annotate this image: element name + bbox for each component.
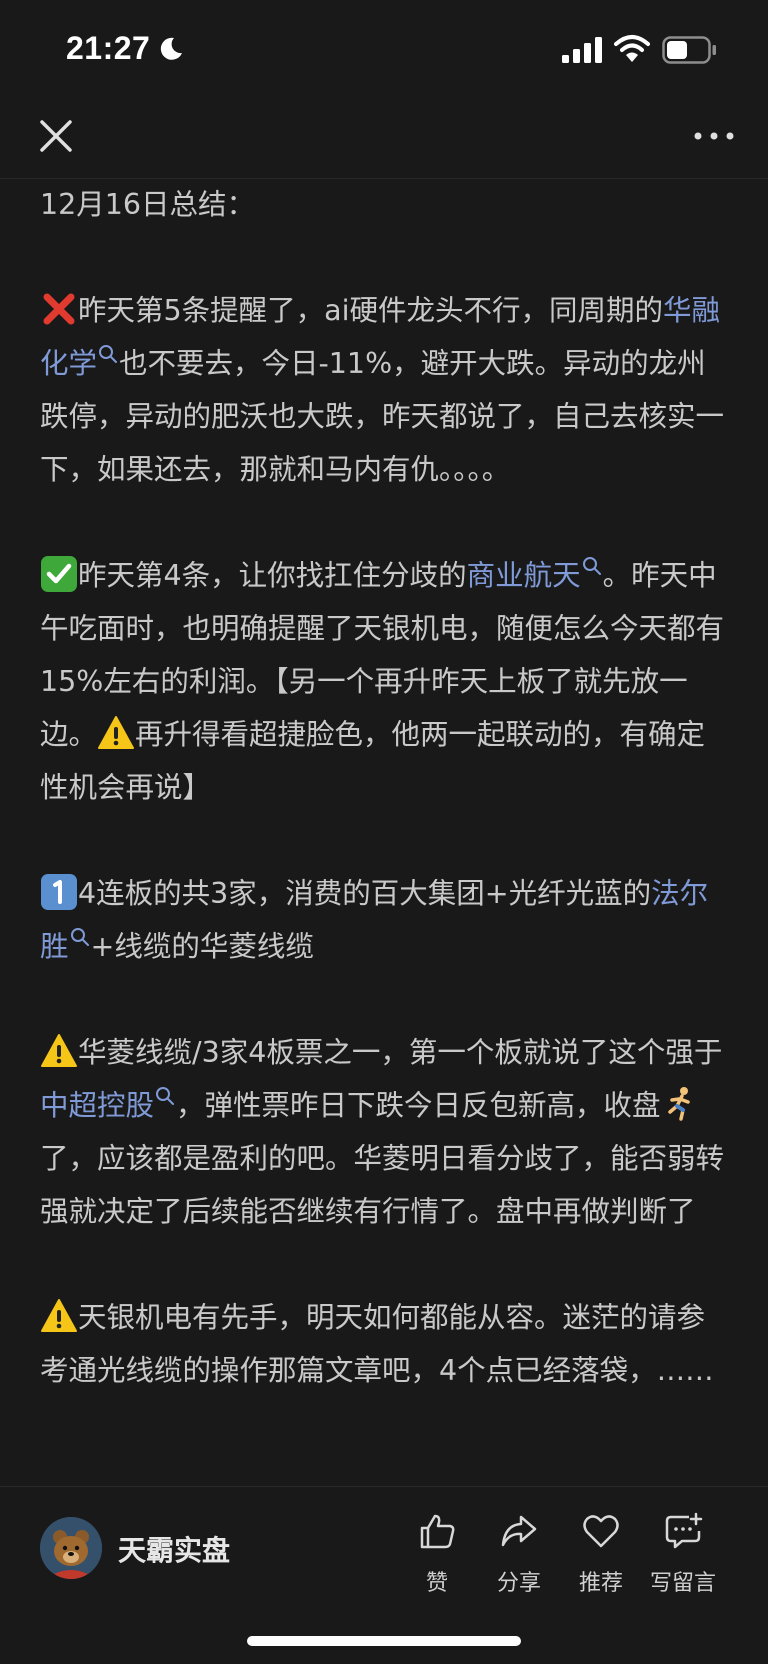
warning-icon <box>41 1299 77 1332</box>
share-button[interactable]: 分享 <box>474 1511 564 1597</box>
paragraph-3-text-a: 4连板的共3家，消费的百大集团+光纤光蓝的 <box>78 877 652 910</box>
comment-icon <box>665 1512 703 1549</box>
article-heading: 12月16日总结： <box>40 188 256 221</box>
search-icon[interactable] <box>154 1085 176 1107</box>
paragraph-4: 华菱线缆/3家4板票之一，第一个板就说了这个强于中超控股 ，弹性票昨日下跌今日反… <box>40 1026 730 1238</box>
warning-icon <box>98 716 135 749</box>
warning-icon <box>41 1034 77 1067</box>
paragraph-3: 4连板的共3家，消费的百大集团+光纤光蓝的法尔胜 +线缆的华菱线缆 <box>40 867 730 973</box>
paragraph-1: 昨天第5条提醒了，ai硬件龙头不行，同周期的华融化学 也不要去，今日-11%，避… <box>40 284 730 496</box>
heart-icon <box>583 1515 619 1548</box>
home-indicator[interactable] <box>247 1636 521 1646</box>
keycap-1-icon <box>41 874 77 910</box>
topic-link-aerospace[interactable]: 商业航天 <box>467 559 581 592</box>
share-label: 分享 <box>496 1571 541 1596</box>
signal-icon <box>562 37 602 63</box>
check-mark-icon <box>41 556 77 592</box>
avatar[interactable] <box>40 1517 102 1579</box>
paragraph-5-text: 天银机电有先手，明天如何都能从容。迷茫的请参考通光线缆的操作那篇文章吧，4个点已… <box>40 1301 714 1387</box>
runner-icon <box>667 1087 690 1121</box>
paragraph-5: 天银机电有先手，明天如何都能从容。迷茫的请参考通光线缆的操作那篇文章吧，4个点已… <box>40 1291 730 1397</box>
stock-link-zhongchao[interactable]: 中超控股 <box>40 1089 154 1122</box>
search-icon[interactable] <box>69 926 91 948</box>
paragraph-4-text-a: 华菱线缆/3家4板票之一，第一个板就说了这个强于 <box>78 1036 723 1069</box>
comment-label: 写留言 <box>649 1571 716 1596</box>
share-icon <box>501 1515 537 1547</box>
search-icon[interactable] <box>97 343 119 365</box>
paragraph-1-text-b: 也不要去，今日-11%，避开大跌。异动的龙州跌停，异动的肥沃也大跌，昨天都说了，… <box>40 347 725 486</box>
recommend-label: 推荐 <box>578 1571 623 1596</box>
bear-avatar-icon <box>40 1517 102 1579</box>
nav-bar <box>0 100 768 179</box>
article-content: 12月16日总结： 昨天第5条提醒了，ai硬件龙头不行，同周期的华融化学 也不要… <box>40 178 730 1486</box>
recommend-button[interactable]: 推荐 <box>556 1511 646 1597</box>
paragraph-2-text-c: 再升得看超捷脸色，他两一起联动的，有确定性机会再说】 <box>40 718 706 804</box>
status-time: 21:27 <box>66 30 151 66</box>
like-label: 赞 <box>425 1571 448 1596</box>
search-icon[interactable] <box>581 555 603 577</box>
battery-icon <box>662 36 716 64</box>
close-icon[interactable] <box>36 116 76 156</box>
like-button[interactable]: 赞 <box>392 1511 482 1597</box>
paragraph-4-text-b: ，弹性票昨日下跌今日反包新高，收盘 <box>176 1089 661 1122</box>
wifi-icon <box>614 35 650 62</box>
author-name[interactable]: 天霸实盘 <box>118 1529 230 1569</box>
thumbs-up-icon <box>420 1514 455 1549</box>
paragraph-1-text-a: 昨天第5条提醒了，ai硬件龙头不行，同周期的 <box>78 294 664 327</box>
cross-mark-icon <box>43 293 75 325</box>
paragraph-4-text-c: 了，应该都是盈利的吧。华菱明日看分歧了，能否弱转强就决定了后续能否继续有行情了。… <box>40 1142 725 1228</box>
moon-icon <box>160 37 182 60</box>
more-icon[interactable] <box>690 116 738 156</box>
status-bar: 21:27 <box>0 0 768 100</box>
paragraph-2: 昨天第4条，让你找扛住分歧的商业航天 。昨天中午吃面时，也明确提醒了天银机电，随… <box>40 549 730 814</box>
paragraph-2-text-a: 昨天第4条，让你找扛住分歧的 <box>78 559 467 592</box>
paragraph-3-text-b: +线缆的华菱线缆 <box>90 930 314 963</box>
comment-button[interactable]: 写留言 <box>638 1511 728 1597</box>
